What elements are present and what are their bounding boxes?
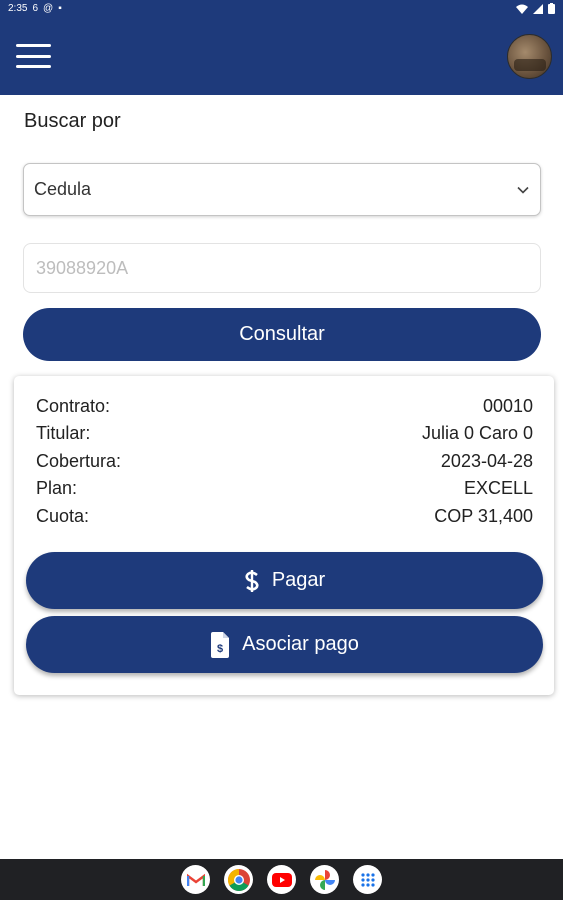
info-value: 00010 — [482, 396, 533, 416]
app-drawer-icon[interactable] — [353, 865, 382, 894]
pay-button[interactable]: Pagar — [26, 552, 543, 609]
info-row-plan: Plan: EXCELL — [36, 478, 533, 505]
hamburger-menu-icon[interactable] — [16, 44, 51, 68]
info-row-coverage: Cobertura: 2023-04-28 — [36, 451, 533, 478]
notification-icon: @ — [43, 3, 54, 14]
android-dock — [0, 859, 563, 900]
dollar-icon — [245, 569, 259, 592]
info-row-holder: Titular: Julia 0 Caro 0 — [36, 423, 533, 450]
svg-text:$: $ — [217, 643, 223, 655]
app-bar — [0, 17, 563, 95]
info-label: Contrato: — [36, 396, 111, 416]
search-by-label: Buscar por — [24, 110, 121, 132]
consult-button-label: Consultar — [239, 323, 325, 345]
info-row-fee: Cuota: COP 31,400 — [36, 506, 533, 533]
chrome-icon[interactable] — [224, 865, 253, 894]
search-type-value: Cedula — [34, 179, 92, 199]
associate-payment-label: Asociar pago — [242, 633, 359, 655]
associate-payment-button[interactable]: $ Asociar pago — [26, 616, 543, 673]
photos-icon[interactable] — [310, 865, 339, 894]
notification-icon: ▪ — [58, 3, 62, 14]
status-bar: 2:35 6 @ ▪ — [0, 0, 563, 17]
info-value: Julia 0 Caro 0 — [421, 423, 533, 443]
chevron-down-icon — [517, 186, 529, 194]
info-label: Titular: — [36, 423, 91, 443]
status-time: 2:35 — [8, 3, 28, 14]
info-value: EXCELL — [463, 478, 533, 498]
invoice-icon: $ — [211, 631, 230, 658]
notification-icon: 6 — [32, 3, 39, 14]
info-label: Cuota: — [36, 506, 90, 526]
info-label: Plan: — [36, 478, 78, 498]
info-row-contract: Contrato: 00010 — [36, 396, 533, 423]
youtube-icon[interactable] — [267, 865, 296, 894]
consult-button[interactable]: Consultar — [23, 308, 541, 361]
signal-icon — [533, 3, 543, 14]
user-avatar[interactable] — [507, 34, 552, 79]
gmail-icon[interactable] — [181, 865, 210, 894]
info-value: 2023-04-28 — [440, 451, 533, 471]
battery-icon — [548, 3, 555, 14]
id-number-input[interactable] — [23, 243, 541, 293]
pay-button-label: Pagar — [271, 569, 326, 591]
info-value: COP 31,400 — [434, 506, 533, 526]
search-type-select[interactable]: Cedula — [23, 163, 541, 216]
info-label: Cobertura: — [36, 451, 122, 471]
contract-result-card: Contrato: 00010 Titular: Julia 0 Caro 0 … — [14, 376, 554, 695]
wifi-icon — [516, 4, 528, 14]
